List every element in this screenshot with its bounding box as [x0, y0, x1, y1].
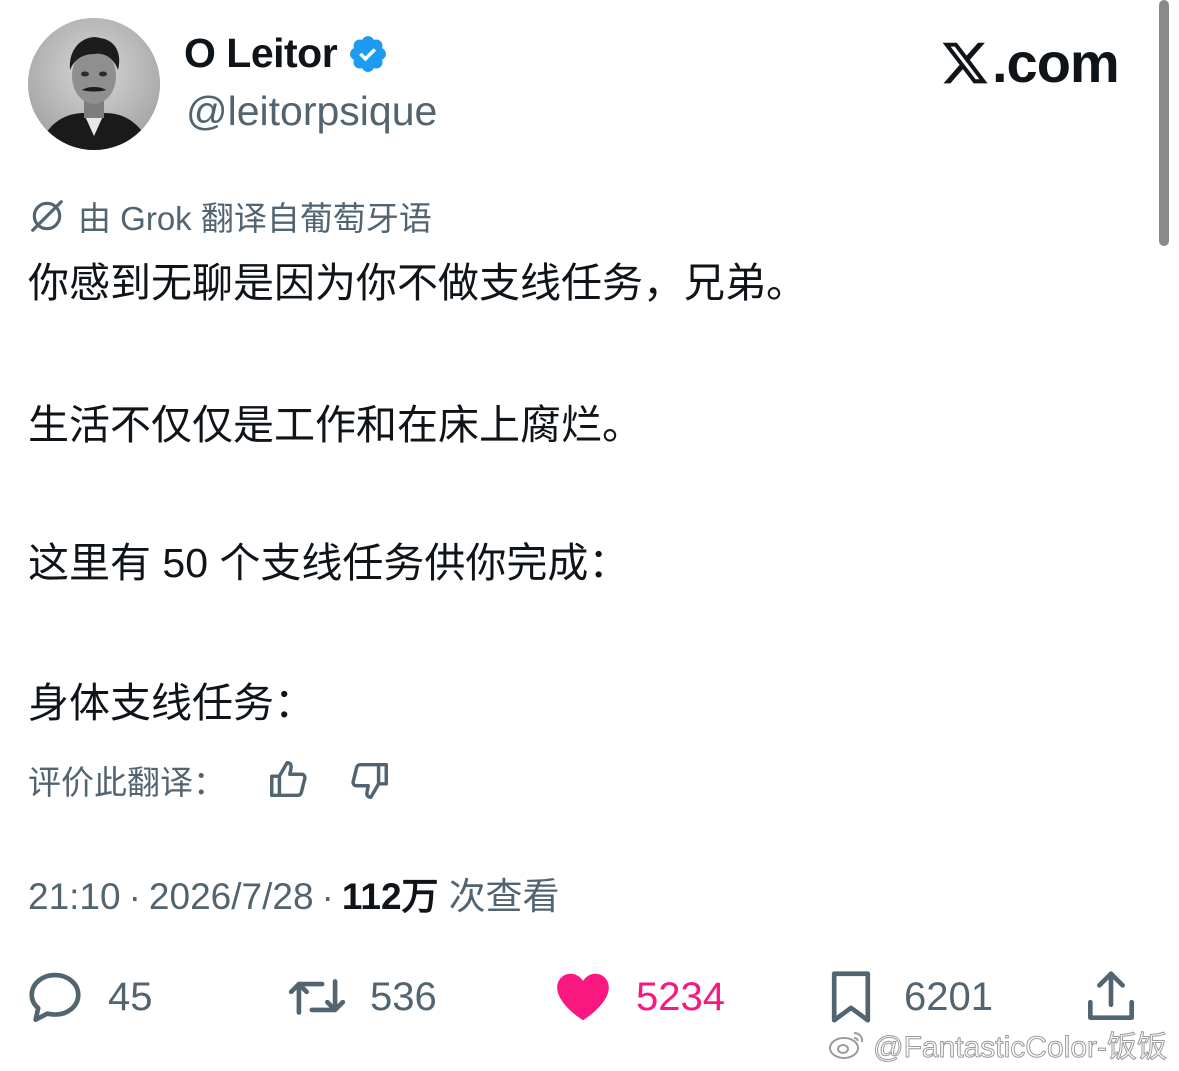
tweet-paragraph: 这里有 50 个支线任务供你完成：	[28, 540, 630, 586]
tweet-paragraph: 你感到无聊是因为你不做支线任务，兄弟。	[28, 260, 807, 306]
tweet-meta: 21:10 · 2026/7/28 · 112万 次查看	[28, 866, 560, 920]
meta-separator: ·	[128, 876, 141, 917]
rate-translation-label: 评价此翻译：	[28, 764, 226, 801]
x-com-brand: .com	[940, 30, 1120, 95]
rate-translation-row: 评价此翻译：	[28, 756, 392, 804]
repost-icon	[288, 979, 346, 1015]
watermark: @FantasticColor-饭饭	[827, 1022, 1167, 1066]
verified-badge-icon	[350, 35, 387, 72]
thumbs-down-icon[interactable]	[346, 757, 392, 803]
views-count: 112万	[341, 876, 439, 917]
reply-icon	[29, 972, 81, 1023]
reply-count: 45	[108, 974, 153, 1019]
tweet-time[interactable]: 21:10	[28, 876, 121, 918]
bookmark-count: 6201	[904, 974, 993, 1019]
author-handle[interactable]: @leitorpsique	[186, 88, 437, 135]
like-button[interactable]: 5234	[552, 962, 725, 1032]
weibo-icon	[829, 1032, 864, 1059]
tweet-screenshot: O Leitor @leitorpsique .com 由 Grok 翻译自葡萄…	[0, 0, 1179, 1071]
tweet-date[interactable]: 2026/7/28	[149, 876, 314, 918]
like-count: 5234	[636, 974, 725, 1019]
avatar-portrait	[28, 18, 160, 150]
share-icon	[1088, 971, 1134, 1020]
repost-button[interactable]: 536	[286, 962, 437, 1032]
tweet-paragraph: 生活不仅仅是工作和在床上腐烂。	[28, 402, 643, 448]
views-label: 次查看	[448, 876, 560, 917]
translation-note[interactable]: 由 Grok 翻译自葡萄牙语	[28, 192, 432, 240]
site-label: .com	[992, 31, 1120, 94]
repost-count: 536	[370, 974, 437, 1019]
x-logo-icon	[942, 42, 988, 83]
avatar[interactable]	[28, 18, 160, 150]
scrollbar[interactable]	[1159, 0, 1169, 246]
grok-icon	[31, 200, 63, 232]
reply-button[interactable]: 45	[24, 962, 153, 1032]
watermark-text: @FantasticColor-饭饭	[873, 1031, 1168, 1065]
author-name-row[interactable]: O Leitor	[184, 30, 389, 77]
bookmark-icon	[831, 971, 871, 1023]
meta-separator: ·	[321, 876, 334, 917]
display-name[interactable]: O Leitor	[184, 30, 338, 77]
translation-note-text: 由 Grok 翻译自葡萄牙语	[78, 200, 432, 237]
tweet-paragraph: 身体支线任务：	[28, 680, 315, 726]
thumbs-up-icon[interactable]	[266, 757, 312, 803]
heart-icon	[557, 973, 609, 1021]
